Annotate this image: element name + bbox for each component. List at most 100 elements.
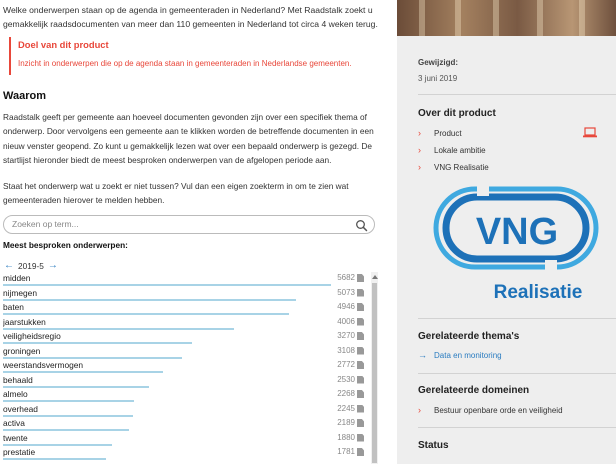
why-paragraph-2: Staat het onderwerp wat u zoekt er niet …	[3, 181, 349, 206]
topic-count: 2189	[337, 418, 355, 427]
why-heading: Waarom	[3, 90, 46, 102]
topic-bar	[3, 371, 163, 373]
topic-count: 2245	[337, 403, 355, 413]
topic-count: 5682	[337, 273, 355, 282]
next-period-arrow-icon[interactable]: →	[48, 261, 58, 271]
topic-count: 4946	[337, 302, 355, 311]
topic-row[interactable]: activa 2189	[3, 417, 368, 432]
domains-link-label: Bestuur openbare orde en veiligheid	[434, 405, 563, 415]
divider	[418, 318, 616, 319]
topic-row[interactable]: weerstandsvermogen 2772	[3, 359, 368, 374]
search-input[interactable]: Zoeken op term...	[3, 215, 375, 234]
topic-bar	[3, 400, 134, 402]
topic-bar	[3, 458, 106, 460]
topic-row[interactable]: jaarstukken 4006	[3, 316, 368, 331]
topic-bar	[3, 385, 149, 388]
topics-scrollbar[interactable]	[371, 272, 378, 464]
topic-bar	[3, 342, 192, 344]
topic-row[interactable]: nijmegen 5073	[3, 287, 368, 302]
document-icon[interactable]	[357, 390, 364, 398]
document-icon[interactable]	[357, 332, 364, 340]
scroll-up-icon[interactable]	[372, 275, 378, 279]
topic-bar	[3, 429, 129, 431]
domains-heading: Gerelateerde domeinen	[418, 385, 530, 396]
purpose-box: Doel van dit product Inzicht in onderwer…	[9, 37, 352, 75]
topic-name[interactable]: veiligheidsregio	[3, 331, 61, 341]
themes-heading: Gerelateerde thema's	[418, 331, 520, 342]
search-placeholder: Zoeken op term...	[12, 219, 79, 229]
document-icon[interactable]	[357, 361, 364, 369]
period-selector: ← 2019-5 →	[4, 261, 58, 272]
topic-row[interactable]: veiligheidsregio 3270	[3, 330, 368, 345]
hero-image	[397, 0, 616, 36]
topic-row[interactable]: overhead 2245	[3, 403, 368, 418]
about-link-label: Lokale ambitie	[434, 145, 486, 155]
divider	[418, 427, 616, 428]
chevron-right-icon: ›	[418, 405, 421, 415]
document-icon[interactable]	[357, 375, 364, 384]
topic-count: 1781	[337, 447, 355, 456]
topic-bar	[3, 313, 289, 315]
period-label: 2019-5	[18, 261, 44, 271]
divider	[418, 94, 616, 95]
topic-row[interactable]: baten 4946	[3, 301, 368, 316]
previous-period-arrow-icon[interactable]: ←	[4, 261, 14, 271]
topic-bar	[3, 356, 182, 359]
topic-row[interactable]: groningen 3108	[3, 345, 368, 360]
chevron-right-icon: ›	[418, 162, 421, 172]
document-icon[interactable]	[357, 317, 364, 326]
about-link-label: Product	[434, 128, 462, 138]
purpose-text: Inzicht in onderwerpen die op de agenda …	[18, 59, 352, 68]
topic-name[interactable]: jaarstukken	[3, 317, 46, 327]
topic-name[interactable]: groningen	[3, 346, 40, 356]
scrollbar-thumb[interactable]	[372, 283, 377, 463]
search-icon[interactable]	[355, 219, 368, 232]
document-icon[interactable]	[357, 404, 364, 413]
topic-row[interactable]: behaald 2530	[3, 374, 368, 389]
topic-row[interactable]: almelo 2268	[3, 388, 368, 403]
topic-name[interactable]: twente	[3, 433, 28, 443]
topic-row[interactable]: midden 5682	[3, 272, 368, 287]
about-link-label: VNG Realisatie	[434, 162, 489, 172]
modified-label: Gewijzigd:	[418, 58, 458, 67]
topic-count: 5073	[337, 287, 355, 297]
chevron-right-icon: ›	[418, 145, 421, 155]
topic-name[interactable]: almelo	[3, 389, 28, 399]
themes-link-label: Data en monitoring	[434, 350, 502, 360]
topic-count: 2268	[337, 389, 355, 398]
document-icon[interactable]	[357, 274, 364, 282]
document-icon[interactable]	[357, 303, 364, 311]
logo-subtext: Realisatie	[494, 282, 583, 302]
themes-link-data-en-monitoring[interactable]: → Data en monitoring	[418, 350, 502, 360]
topic-name[interactable]: activa	[3, 418, 25, 428]
document-icon[interactable]	[357, 448, 364, 456]
topic-count: 1880	[337, 432, 355, 442]
chevron-right-icon: ›	[418, 128, 421, 138]
topic-count: 2772	[337, 360, 355, 369]
topic-name[interactable]: nijmegen	[3, 288, 37, 298]
vng-realisatie-logo: VNG Realisatie	[433, 186, 599, 302]
topic-row[interactable]: twente 1880	[3, 432, 368, 447]
sidebar: Gewijzigd: 3 juni 2019 Over dit product …	[397, 0, 616, 464]
topic-count: 2530	[337, 374, 355, 384]
topic-count: 3270	[337, 331, 355, 340]
topic-count: 4006	[337, 316, 355, 326]
topic-name[interactable]: prestatie	[3, 447, 35, 457]
topic-bar	[3, 443, 112, 446]
domains-link-bestuur[interactable]: › Bestuur openbare orde en veiligheid	[418, 405, 563, 415]
document-icon[interactable]	[357, 346, 364, 355]
topic-name[interactable]: weerstandsvermogen	[3, 360, 83, 370]
about-link-vng-realisatie[interactable]: › VNG Realisatie	[418, 162, 489, 172]
document-icon[interactable]	[357, 419, 364, 427]
about-link-product[interactable]: › Product	[418, 128, 462, 138]
topic-name[interactable]: midden	[3, 273, 30, 283]
topic-bar	[3, 414, 133, 417]
topic-row[interactable]: prestatie 1781	[3, 446, 368, 461]
topic-name[interactable]: behaald	[3, 375, 33, 385]
document-icon[interactable]	[357, 288, 364, 297]
about-link-lokale-ambitie[interactable]: › Lokale ambitie	[418, 145, 486, 155]
topic-name[interactable]: overhead	[3, 404, 38, 414]
document-icon[interactable]	[357, 433, 364, 442]
divider	[418, 373, 616, 374]
topic-name[interactable]: baten	[3, 302, 24, 312]
